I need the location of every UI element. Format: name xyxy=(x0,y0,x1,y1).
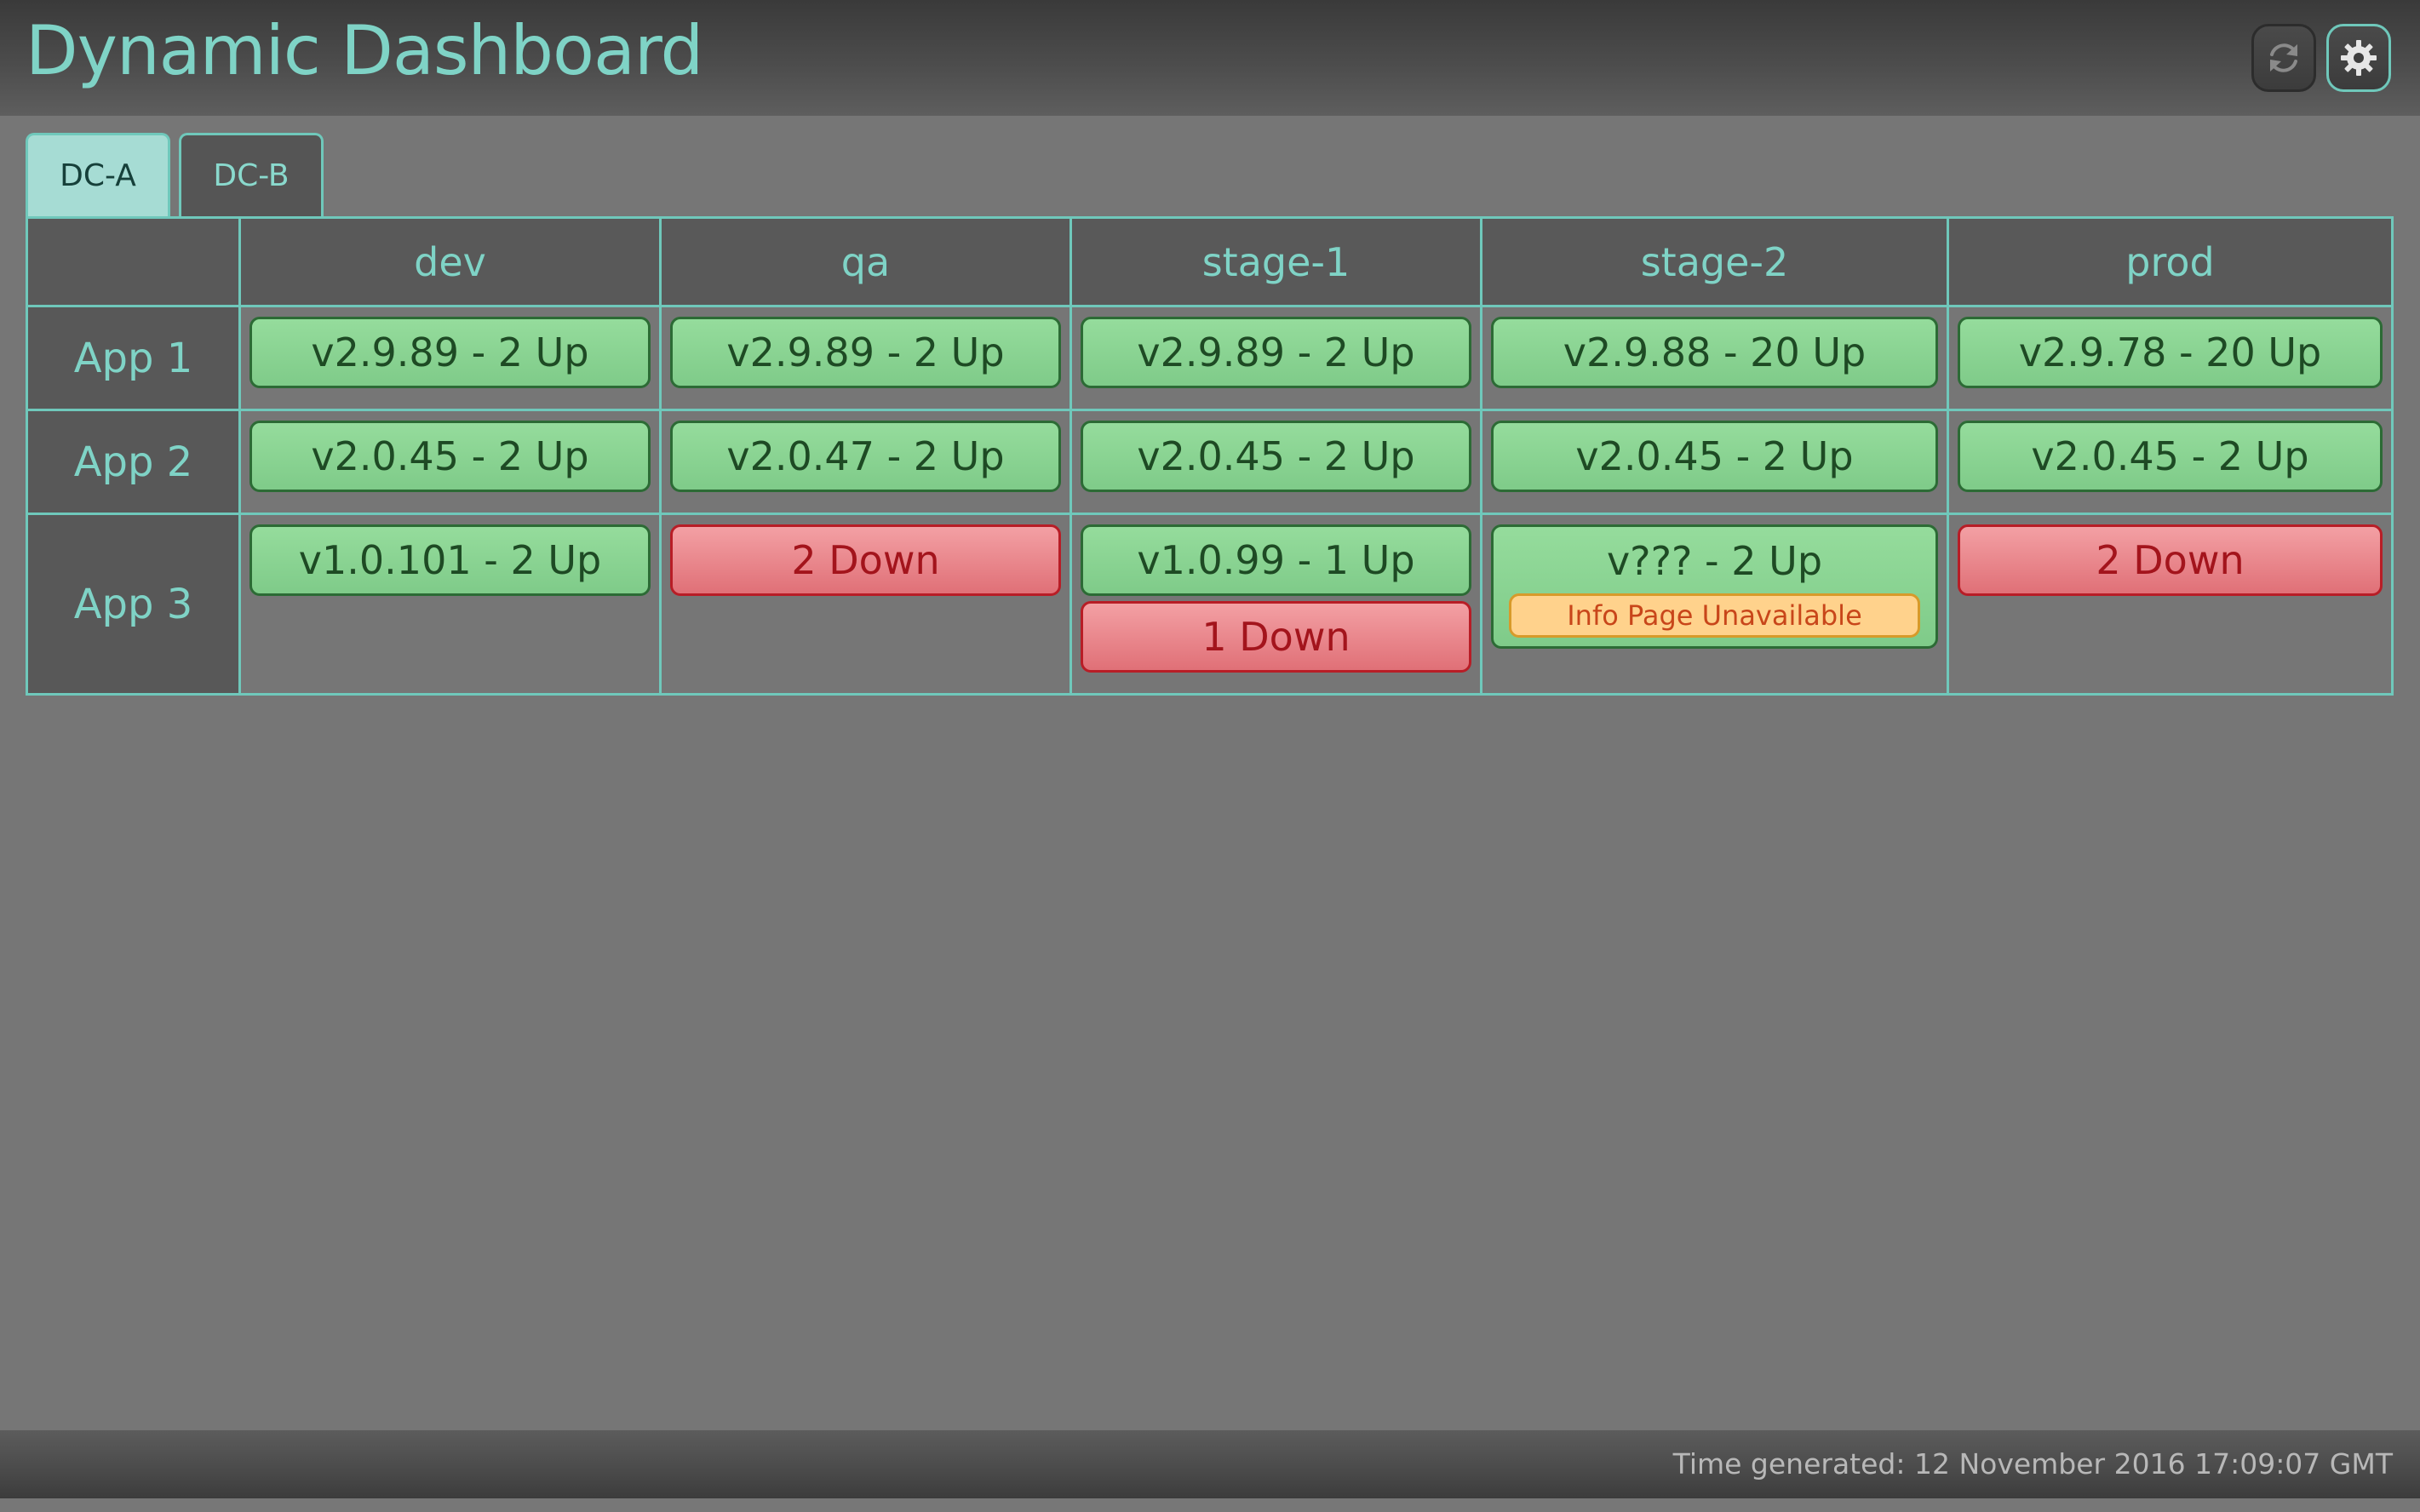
status-badge-up[interactable]: v2.9.89 - 2 Up xyxy=(670,317,1061,388)
status-badge-up[interactable]: v2.0.45 - 2 Up xyxy=(1081,421,1471,492)
column-header-qa: qa xyxy=(659,216,1072,307)
cell-app-3-stage-2: v??? - 2 Up Info Page Unavailable xyxy=(1480,513,1949,696)
status-badge-up[interactable]: v??? - 2 Up Info Page Unavailable xyxy=(1491,524,1938,649)
table-row: App 1 v2.9.89 - 2 Up v2.9.89 - 2 Up v2.9… xyxy=(26,305,2394,411)
cell-app-2-dev: v2.0.45 - 2 Up xyxy=(238,409,662,515)
datacenter-tabs: DC-A DC-B xyxy=(26,133,324,216)
cell-app-3-qa: 2 Down xyxy=(659,513,1072,696)
status-badge-up[interactable]: v2.9.89 - 2 Up xyxy=(249,317,651,388)
row-label-app-1: App 1 xyxy=(26,305,241,411)
footer-bar: Time generated: 12 November 2016 17:09:0… xyxy=(0,1430,2420,1498)
status-badge-down[interactable]: 2 Down xyxy=(1958,524,2383,596)
column-header-stage-2: stage-2 xyxy=(1480,216,1949,307)
dashboard-app: Dynamic Dashboard DC-A DC-B dev qa stage… xyxy=(0,0,2420,1512)
cell-app-3-dev: v1.0.101 - 2 Up xyxy=(238,513,662,696)
grid-header-row: dev qa stage-1 stage-2 prod xyxy=(26,216,2394,307)
cell-app-2-qa: v2.0.47 - 2 Up xyxy=(659,409,1072,515)
settings-button[interactable] xyxy=(2326,24,2391,92)
header-bar: Dynamic Dashboard xyxy=(0,0,2420,116)
status-badge-up[interactable]: v2.0.47 - 2 Up xyxy=(670,421,1061,492)
table-row: App 2 v2.0.45 - 2 Up v2.0.47 - 2 Up v2.0… xyxy=(26,409,2394,515)
cell-app-1-dev: v2.9.89 - 2 Up xyxy=(238,305,662,411)
version-status-text: v??? - 2 Up xyxy=(1606,538,1823,584)
cell-app-3-stage-1: v1.0.99 - 1 Up 1 Down xyxy=(1070,513,1482,696)
status-badge-up[interactable]: v1.0.99 - 1 Up xyxy=(1081,524,1471,596)
status-badge-up[interactable]: v2.9.88 - 20 Up xyxy=(1491,317,1938,388)
cell-app-1-stage-2: v2.9.88 - 20 Up xyxy=(1480,305,1949,411)
status-badge-down[interactable]: 2 Down xyxy=(670,524,1061,596)
row-label-app-2: App 2 xyxy=(26,409,241,515)
warning-badge: Info Page Unavailable xyxy=(1509,593,1920,638)
status-badge-up[interactable]: v2.9.89 - 2 Up xyxy=(1081,317,1471,388)
time-generated-text: Time generated: 12 November 2016 17:09:0… xyxy=(1672,1447,2393,1480)
tab-dc-b[interactable]: DC-B xyxy=(179,133,324,216)
status-badge-up[interactable]: v2.0.45 - 2 Up xyxy=(249,421,651,492)
cell-app-3-prod: 2 Down xyxy=(1947,513,2394,696)
cell-app-2-stage-2: v2.0.45 - 2 Up xyxy=(1480,409,1949,515)
status-badge-up[interactable]: v2.0.45 - 2 Up xyxy=(1958,421,2383,492)
tab-dc-a[interactable]: DC-A xyxy=(26,133,170,216)
status-badge-up[interactable]: v2.9.78 - 20 Up xyxy=(1958,317,2383,388)
row-label-app-3: App 3 xyxy=(26,513,241,696)
deployment-grid: dev qa stage-1 stage-2 prod App 1 v2.9.8… xyxy=(26,216,2394,696)
cell-app-1-qa: v2.9.89 - 2 Up xyxy=(659,305,1072,411)
cell-app-2-prod: v2.0.45 - 2 Up xyxy=(1947,409,2394,515)
cell-app-1-prod: v2.9.78 - 20 Up xyxy=(1947,305,2394,411)
status-badge-up[interactable]: v1.0.101 - 2 Up xyxy=(249,524,651,596)
status-badge-down[interactable]: 1 Down xyxy=(1081,601,1471,673)
bottom-strip xyxy=(0,1498,2420,1512)
cell-app-1-stage-1: v2.9.89 - 2 Up xyxy=(1070,305,1482,411)
gear-icon xyxy=(2341,40,2377,76)
column-header-dev: dev xyxy=(238,216,662,307)
refresh-button[interactable] xyxy=(2251,24,2316,92)
grid-corner xyxy=(26,216,241,307)
status-badge-up[interactable]: v2.0.45 - 2 Up xyxy=(1491,421,1938,492)
column-header-stage-1: stage-1 xyxy=(1070,216,1482,307)
table-row: App 3 v1.0.101 - 2 Up 2 Down v1.0.99 - 1… xyxy=(26,513,2394,696)
app-title: Dynamic Dashboard xyxy=(26,11,703,90)
column-header-prod: prod xyxy=(1947,216,2394,307)
cell-app-2-stage-1: v2.0.45 - 2 Up xyxy=(1070,409,1482,515)
refresh-icon xyxy=(2270,43,2297,72)
